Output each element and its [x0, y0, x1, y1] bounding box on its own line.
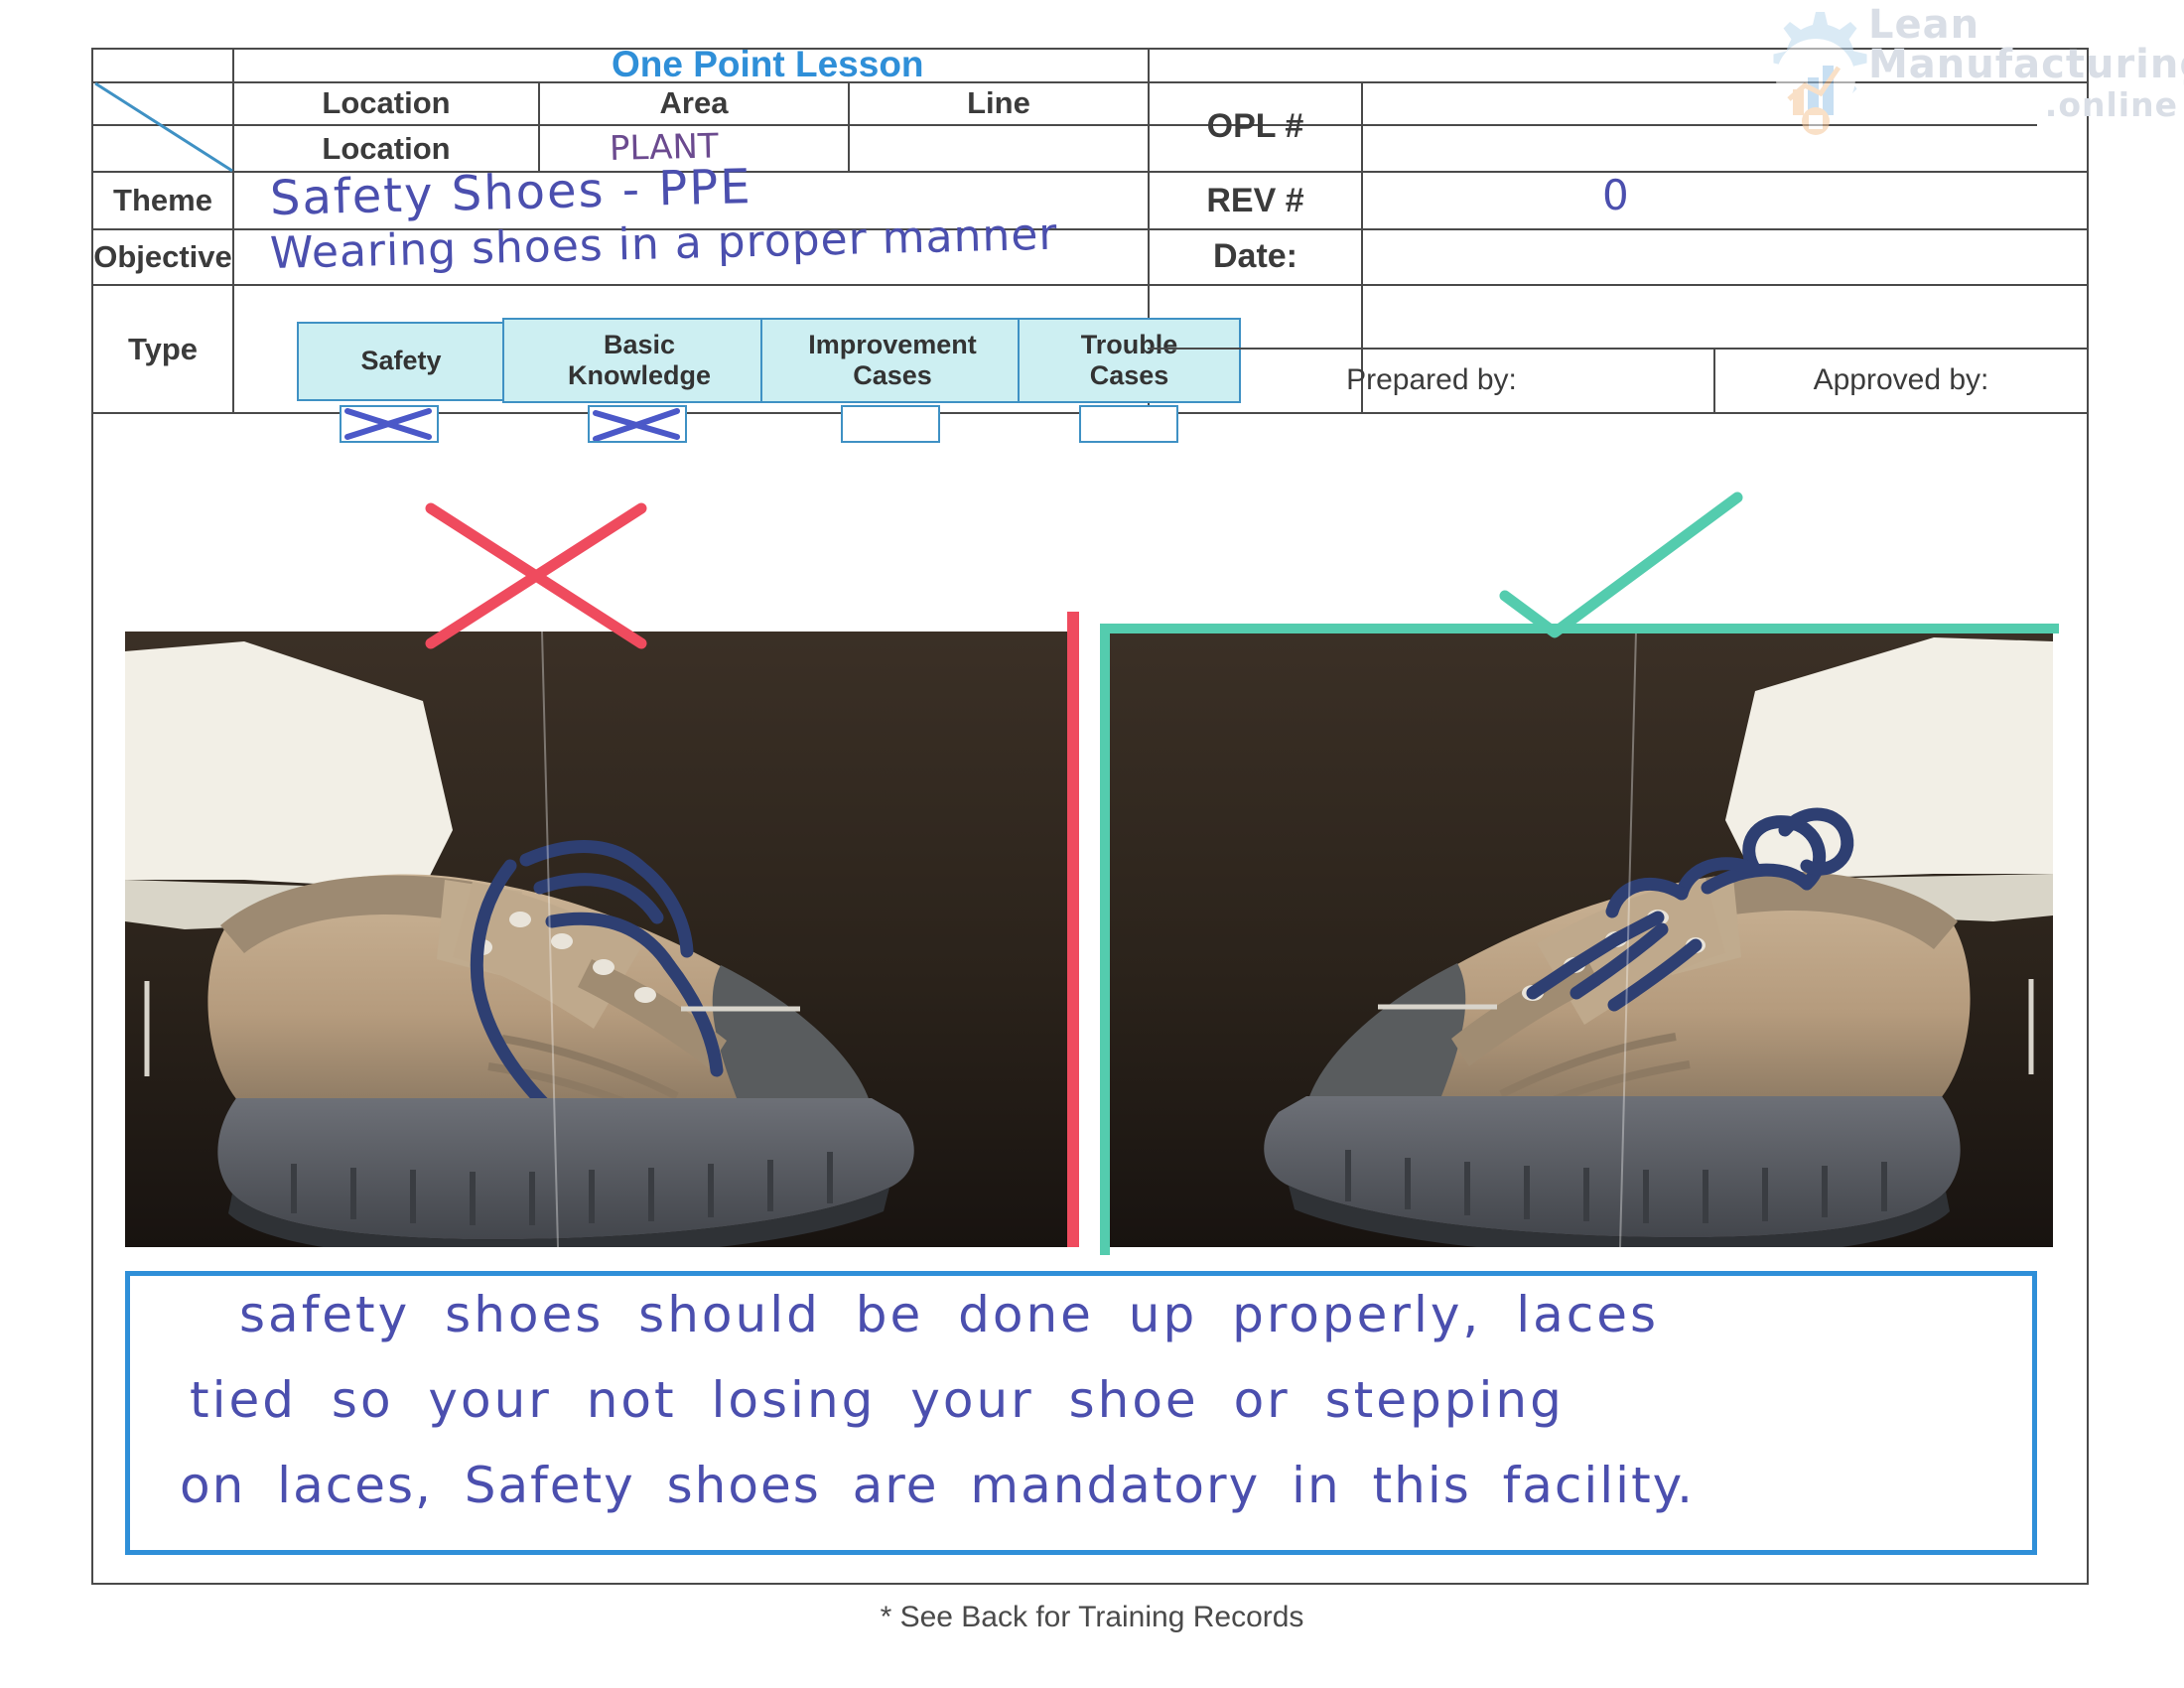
opl-number-label: OPL #	[1206, 106, 1304, 145]
handwritten-note-line-3: on laces, Safety shoes are mandatory in …	[180, 1457, 1696, 1514]
row-label-theme: Theme	[113, 183, 212, 217]
prepared-by-value[interactable]	[1150, 286, 1713, 348]
footer-training-records-note: * See Back for Training Records	[880, 1601, 1304, 1633]
approved-by-value[interactable]	[1715, 286, 2087, 348]
photo-bad-example-image	[125, 632, 1078, 1247]
type-option-safety-label: Safety	[360, 346, 442, 376]
type-option-basic-knowledge-label-line1: Basic	[603, 329, 676, 359]
x-mark-icon	[593, 408, 680, 441]
handwritten-note-line-2: tied so your not losing your shoe or ste…	[190, 1371, 1565, 1429]
type-option-basic-knowledge[interactable]: Basic Knowledge	[502, 318, 776, 403]
opl-sheet: One Point Lesson Location Area Line Loca…	[0, 0, 2184, 1688]
photo-good-example	[1100, 632, 2053, 1247]
type-option-improvement-cases[interactable]: Improvement Cases	[760, 318, 1024, 403]
bad-example-border-right	[1067, 612, 1079, 1247]
page-title: One Point Lesson	[612, 44, 924, 84]
handwritten-note-box[interactable]: safety shoes should be done up properly,…	[125, 1271, 2037, 1555]
rev-number-value[interactable]: 0	[1602, 171, 1629, 219]
row-label-objective: Objective	[93, 238, 232, 274]
good-example-border-top	[1100, 624, 2059, 633]
type-option-improvement-cases-label-line2: Cases	[853, 360, 932, 390]
column-header-line: Line	[967, 85, 1030, 120]
type-checkbox-safety[interactable]	[340, 405, 439, 443]
column-header-location: Location	[322, 85, 451, 120]
photo-good-example-image	[1100, 632, 2053, 1247]
subrow-location-label: Location	[322, 130, 451, 166]
red-x-icon	[425, 502, 647, 649]
type-option-improvement-cases-label-line1: Improvement	[808, 329, 977, 359]
prepared-by-label: Prepared by:	[1346, 363, 1517, 396]
theme-value[interactable]: Safety Shoes - PPE	[269, 159, 752, 226]
date-label: Date:	[1212, 237, 1298, 275]
good-example-border-left	[1100, 624, 1110, 1255]
green-check-icon	[1499, 492, 1743, 638]
corner-diagonal-slash-icon	[94, 81, 233, 173]
type-checkbox-improvement-cases[interactable]	[841, 405, 940, 443]
opl-number-value[interactable]	[1363, 81, 2087, 171]
subrow-line-value[interactable]	[850, 126, 1148, 171]
type-checkbox-basic-knowledge[interactable]	[588, 405, 687, 443]
type-option-basic-knowledge-label-line2: Knowledge	[567, 360, 711, 390]
type-option-safety[interactable]: Safety	[297, 322, 505, 401]
row-label-type: Type	[127, 331, 199, 366]
x-mark-icon	[344, 408, 432, 440]
column-header-area: Area	[659, 85, 729, 120]
photo-bad-example	[125, 632, 1078, 1247]
handwritten-note-line-1: safety shoes should be done up properly,…	[239, 1286, 1660, 1343]
rev-number-label: REV #	[1206, 181, 1304, 219]
approved-by-label: Approved by:	[1813, 363, 1989, 396]
date-value[interactable]	[1363, 229, 2087, 284]
